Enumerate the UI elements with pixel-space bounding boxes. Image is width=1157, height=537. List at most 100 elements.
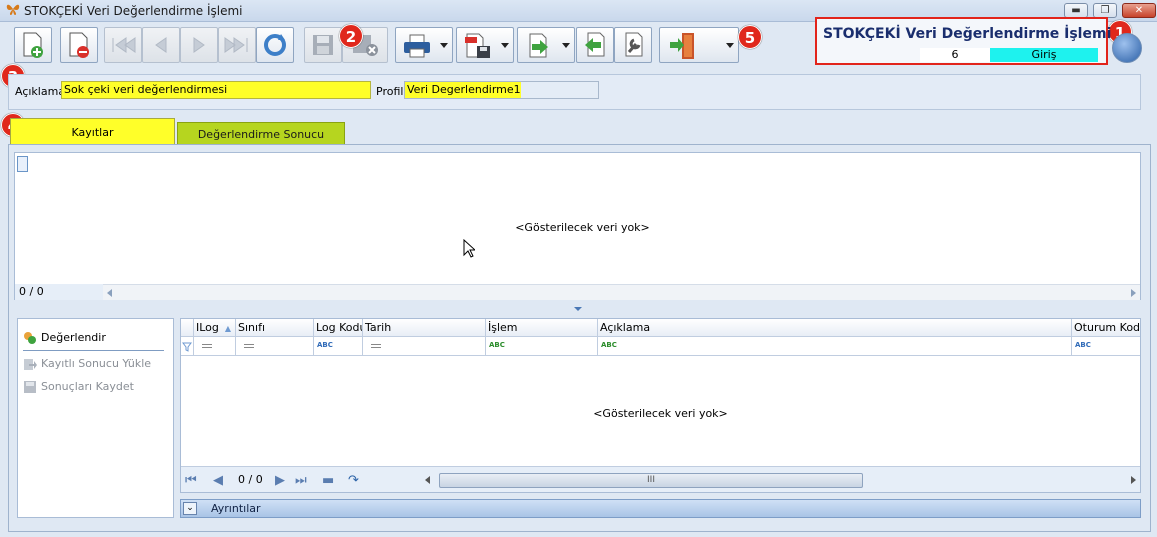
scroll-right-arrow[interactable]	[1131, 289, 1136, 297]
details-label: Ayrıntılar	[211, 502, 261, 515]
sort-ascending-icon: ▲	[224, 324, 232, 333]
nav-next-icon[interactable]: ▶	[275, 473, 285, 488]
profile-label: Profil	[376, 85, 404, 98]
results-horizontal-scrollbar[interactable]: III	[421, 471, 1140, 489]
back-document-icon	[585, 32, 605, 57]
results-pager: 0 / 0	[238, 473, 263, 486]
column-header-date[interactable]: Tarih	[362, 319, 485, 337]
filter-ilog[interactable]	[193, 337, 235, 355]
column-header-log-code[interactable]: Log Kodu	[313, 319, 362, 337]
minimize-button[interactable]: ▬	[1064, 3, 1088, 18]
export-dropdown-arrow[interactable]	[501, 43, 509, 48]
load-result-label: Kayıtlı Sonucu Yükle	[41, 357, 152, 370]
filter-funnel-icon[interactable]	[181, 337, 193, 355]
butterfly-app-icon	[6, 3, 20, 20]
row-indicator-cell[interactable]	[17, 156, 28, 172]
column-header-description[interactable]: Açıklama	[597, 319, 1071, 337]
scroll-right-arrow[interactable]	[1131, 476, 1136, 484]
text-filter-icon: ABC	[317, 341, 333, 349]
filter-class[interactable]	[235, 337, 313, 355]
new-record-button[interactable]	[14, 27, 52, 63]
evaluate-action[interactable]: Değerlendir	[23, 328, 106, 348]
header-indicator	[181, 319, 193, 337]
exit-door-icon	[670, 33, 694, 59]
first-icon	[112, 37, 136, 53]
status-badge: Giriş	[990, 48, 1098, 62]
text-filter-icon: ABC	[1075, 341, 1091, 349]
next-record-button[interactable]	[180, 27, 218, 63]
profile-input[interactable]: Veri Degerlendirme1	[404, 81, 599, 99]
export-pdf-button[interactable]	[456, 27, 514, 63]
scroll-thumb[interactable]: III	[439, 473, 863, 488]
equals-icon	[202, 344, 212, 348]
record-number: 6	[920, 48, 990, 62]
scroll-left-arrow[interactable]	[107, 289, 112, 297]
exit-dropdown-arrow[interactable]	[726, 43, 734, 48]
equals-icon	[244, 344, 254, 348]
delete-record-button[interactable]	[60, 27, 98, 63]
wrench-icon	[625, 32, 643, 57]
description-row: Açıklama Sok çeki veri değerlendirmesi P…	[8, 74, 1141, 110]
nav-last-icon[interactable]: ⏭	[295, 473, 307, 488]
first-record-button[interactable]	[104, 27, 142, 63]
help-globe-icon[interactable]	[1112, 33, 1142, 63]
filter-description[interactable]: ABC	[597, 337, 1071, 355]
tools-button[interactable]	[614, 27, 652, 63]
filter-operation[interactable]: ABC	[485, 337, 597, 355]
column-header-session-code[interactable]: Oturum Kodu	[1071, 319, 1140, 337]
back-button[interactable]	[576, 27, 614, 63]
tab-evaluation-result[interactable]: Değerlendirme Sonucu	[177, 122, 345, 145]
filter-log-code[interactable]: ABC	[313, 337, 362, 355]
results-navigator: ⏮ ◀ 0 / 0 ▶ ⏭ ▬ ↷ III	[181, 466, 1140, 492]
action-divider	[23, 350, 164, 351]
column-header-ilog[interactable]: ILog ▲	[193, 319, 235, 337]
expand-chevron-icon[interactable]: ⌄	[183, 502, 197, 515]
delete-document-icon	[69, 32, 89, 58]
previous-record-button[interactable]	[142, 27, 180, 63]
nav-refresh-icon[interactable]: ↷	[348, 473, 359, 488]
exit-button[interactable]	[659, 27, 739, 63]
load-saved-result-action[interactable]: Kayıtlı Sonucu Yükle	[23, 354, 151, 374]
records-horizontal-scrollbar[interactable]	[103, 284, 1140, 300]
column-header-operation[interactable]: İşlem	[485, 319, 597, 337]
import-dropdown-arrow[interactable]	[562, 43, 570, 48]
pdf-export-icon	[465, 33, 490, 58]
results-grid[interactable]: ILog ▲ Sınıfı Log Kodu Tarih İşlem Açıkla…	[180, 318, 1141, 493]
equals-icon	[371, 344, 381, 348]
filter-date[interactable]	[362, 337, 485, 355]
save-results-label: Sonuçları Kaydet	[41, 380, 134, 393]
details-bar[interactable]: ⌄ Ayrıntılar	[180, 499, 1141, 518]
last-icon	[224, 37, 248, 53]
evaluate-icon	[24, 332, 36, 344]
nav-previous-icon[interactable]: ◀	[213, 473, 223, 488]
load-result-icon	[24, 359, 37, 370]
tab-records[interactable]: Kayıtlar	[10, 118, 175, 145]
results-filter-row[interactable]: ABC ABC ABC ABC	[181, 337, 1140, 356]
annotation-badge-2: 2	[339, 24, 363, 48]
header-title: STOKÇEKİ Veri Değerlendirme İşlemi	[823, 26, 1112, 42]
results-empty-text: <Gösterilecek veri yok>	[593, 407, 728, 420]
print-button[interactable]	[395, 27, 453, 63]
records-pager: 0 / 0	[15, 284, 103, 300]
text-filter-icon: ABC	[601, 341, 617, 349]
save-button[interactable]	[304, 27, 342, 63]
close-button[interactable]: ✕	[1122, 3, 1156, 18]
print-dropdown-arrow[interactable]	[440, 43, 448, 48]
window-title: STOKÇEKİ Veri Değerlendirme İşlemi	[24, 4, 243, 18]
import-button[interactable]	[517, 27, 575, 63]
records-grid[interactable]: <Gösterilecek veri yok> 0 / 0	[14, 152, 1141, 300]
records-empty-text: <Gösterilecek veri yok>	[515, 221, 650, 234]
scroll-left-arrow[interactable]	[425, 476, 430, 484]
description-label: Açıklama	[15, 85, 66, 98]
nav-remove-icon[interactable]: ▬	[322, 473, 334, 488]
refresh-button[interactable]	[256, 27, 294, 63]
column-header-class[interactable]: Sınıfı	[235, 319, 313, 337]
splitter-toggle-icon[interactable]	[574, 307, 582, 311]
description-input[interactable]: Sok çeki veri değerlendirmesi	[61, 81, 371, 99]
filter-session-code[interactable]: ABC	[1071, 337, 1140, 355]
nav-first-icon[interactable]: ⏮	[185, 473, 197, 488]
save-results-action[interactable]: Sonuçları Kaydet	[23, 377, 134, 397]
maximize-button[interactable]: ❐	[1093, 3, 1117, 18]
last-record-button[interactable]	[218, 27, 256, 63]
results-header-row: ILog ▲ Sınıfı Log Kodu Tarih İşlem Açıkla…	[181, 319, 1140, 337]
